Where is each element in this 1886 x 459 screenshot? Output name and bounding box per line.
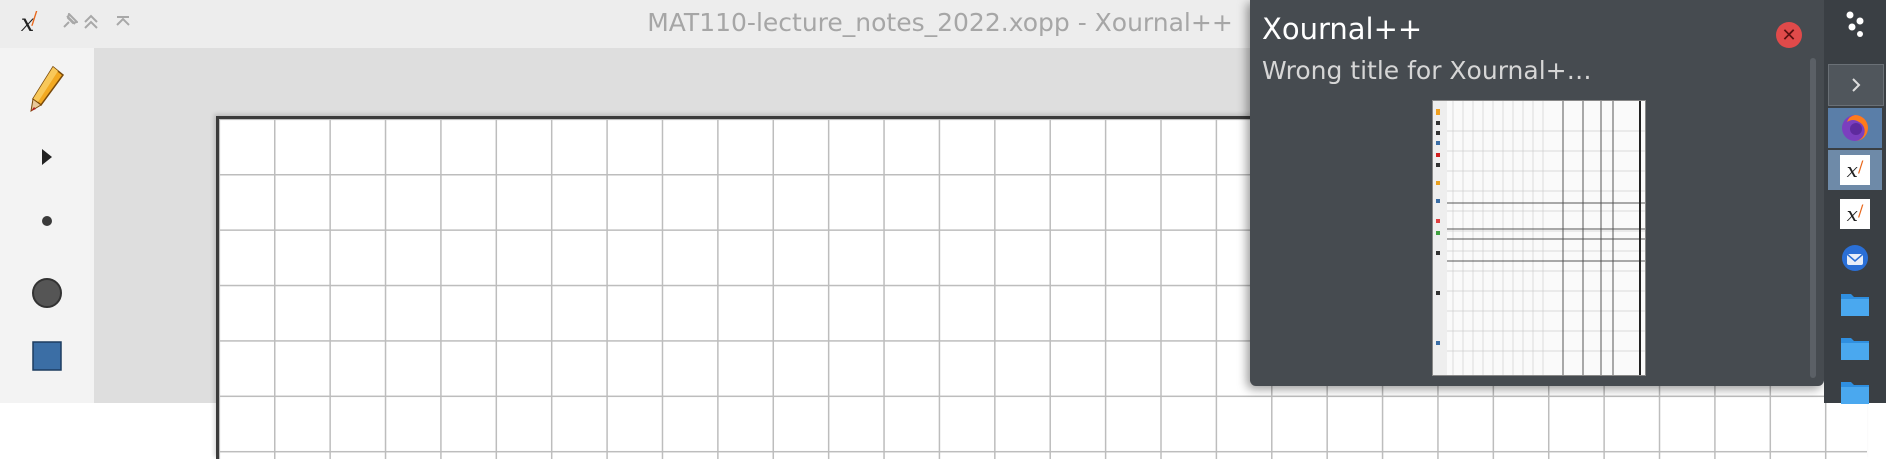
window-title: MAT110-lecture_notes_2022.xopp - Xournal… [647, 8, 1233, 37]
keep-below-icon[interactable] [110, 9, 136, 35]
folder-icon-2[interactable] [1828, 328, 1882, 368]
pen-size-large-icon[interactable] [22, 268, 72, 318]
folder-icon-1[interactable] [1828, 284, 1882, 324]
select-arrow-icon[interactable] [22, 132, 72, 182]
notification-scrollbar[interactable] [1810, 58, 1816, 378]
folder-icon-3[interactable] [1828, 372, 1882, 412]
notification-popup[interactable]: Xournal++ Wrong title for Xournal+… ✕ [1250, 0, 1824, 386]
pen-size-small-icon[interactable] [22, 196, 72, 246]
notification-title: Xournal++ [1262, 12, 1423, 46]
tool-sidebar [0, 48, 94, 403]
xournal-icon[interactable]: x / [1828, 194, 1882, 234]
keep-above-icon[interactable] [78, 9, 104, 35]
xournal-icon-active[interactable]: x / [1828, 150, 1882, 190]
dock-menu-icon[interactable] [1828, 4, 1882, 44]
close-icon[interactable]: ✕ [1776, 22, 1802, 48]
fill-color-icon[interactable] [22, 331, 72, 381]
firefox-icon[interactable] [1828, 108, 1882, 148]
window-thumbnail[interactable] [1432, 100, 1646, 376]
notification-body: Wrong title for Xournal+… [1262, 56, 1592, 85]
pen-tool-icon[interactable] [22, 64, 72, 114]
thunderbird-icon[interactable] [1828, 238, 1882, 278]
dock-expand-icon[interactable] [1828, 64, 1884, 106]
xournal-app-icon[interactable]: x / [14, 8, 44, 38]
taskbar-dock: x / x / [1824, 0, 1886, 404]
